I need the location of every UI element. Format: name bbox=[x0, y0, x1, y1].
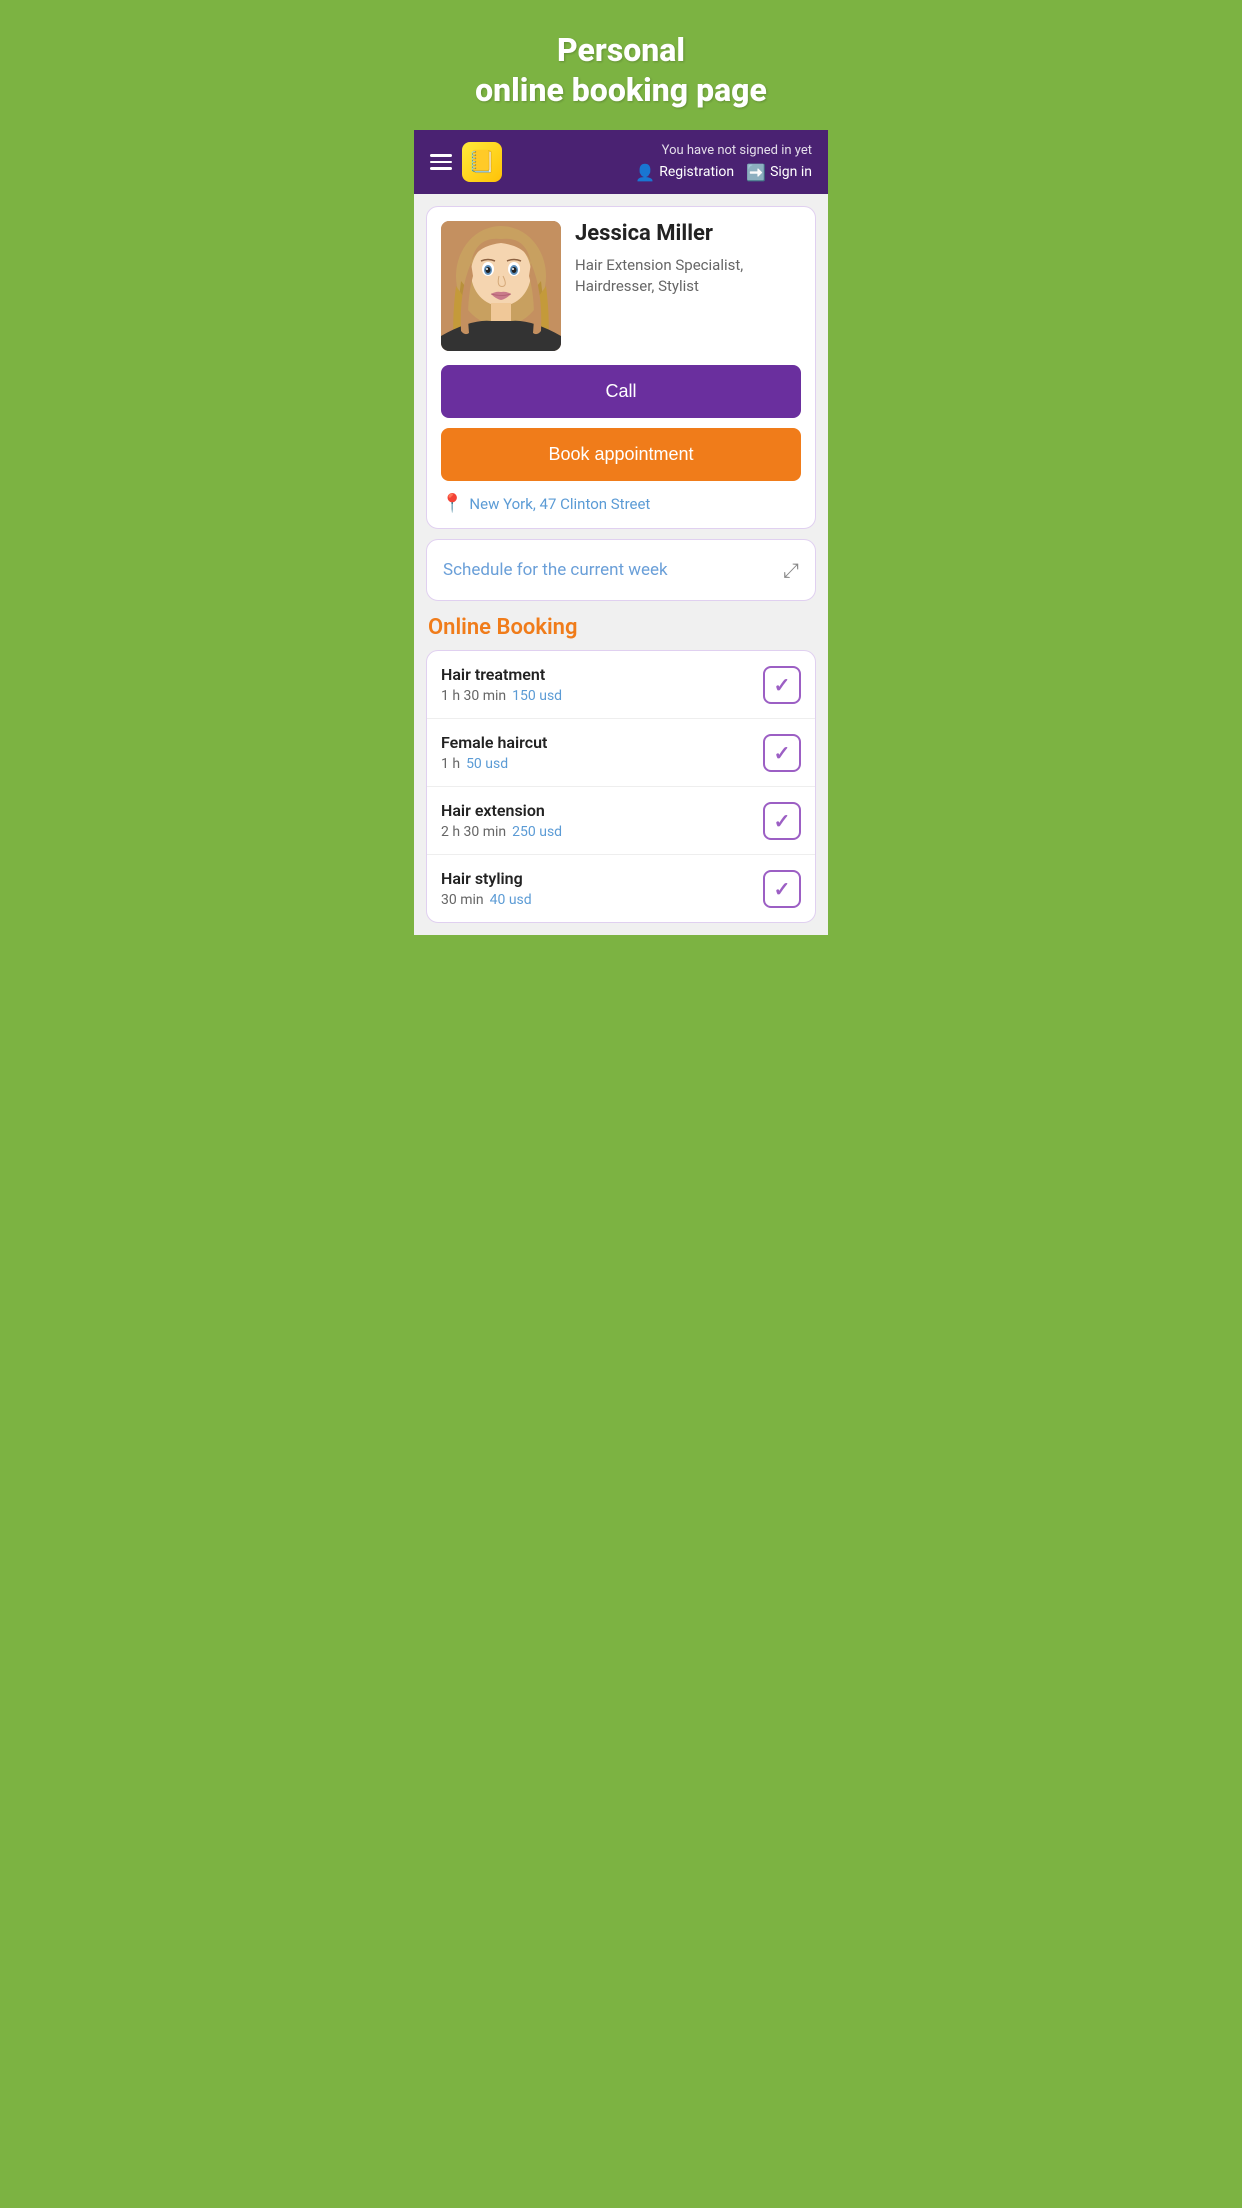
schedule-label: Schedule for the current week bbox=[443, 560, 668, 580]
service-duration: 30 min bbox=[441, 892, 484, 908]
profile-photo bbox=[441, 221, 561, 351]
page-title: Personal online booking page bbox=[414, 0, 828, 130]
service-price: 250 usd bbox=[512, 824, 562, 840]
person-icon: 👤 bbox=[635, 163, 655, 182]
service-item-female-haircut: Female haircut 1 h 50 usd ✓ bbox=[427, 719, 815, 787]
service-checkbox[interactable]: ✓ bbox=[763, 734, 801, 772]
checkmark-icon: ✓ bbox=[774, 809, 791, 833]
service-info: Female haircut 1 h 50 usd bbox=[441, 733, 763, 772]
service-info: Hair extension 2 h 30 min 250 usd bbox=[441, 801, 763, 840]
schedule-card[interactable]: Schedule for the current week ⤢ bbox=[426, 539, 816, 601]
navbar: 📒 You have not signed in yet 👤 Registrat… bbox=[414, 130, 828, 194]
location-text[interactable]: New York, 47 Clinton Street bbox=[469, 495, 650, 513]
service-checkbox[interactable]: ✓ bbox=[763, 666, 801, 704]
app-icon: 📒 bbox=[462, 142, 502, 182]
service-name: Hair treatment bbox=[441, 665, 763, 684]
service-name: Hair extension bbox=[441, 801, 763, 820]
service-meta: 1 h 50 usd bbox=[441, 756, 763, 772]
checkmark-icon: ✓ bbox=[774, 877, 791, 901]
content-area: Jessica Miller Hair Extension Specialist… bbox=[414, 194, 828, 935]
profile-name: Jessica Miller bbox=[575, 221, 801, 247]
expand-icon[interactable]: ⤢ bbox=[783, 558, 799, 582]
service-meta: 30 min 40 usd bbox=[441, 892, 763, 908]
location-row: 📍 New York, 47 Clinton Street bbox=[441, 493, 801, 514]
service-duration: 1 h bbox=[441, 756, 460, 772]
sign-in-icon: ➡️ bbox=[746, 163, 766, 182]
profile-title: Hair Extension Specialist, Hairdresser, … bbox=[575, 255, 801, 297]
online-booking-title: Online Booking bbox=[426, 615, 816, 640]
service-checkbox[interactable]: ✓ bbox=[763, 870, 801, 908]
registration-link[interactable]: 👤 Registration bbox=[635, 163, 734, 182]
services-list: Hair treatment 1 h 30 min 150 usd ✓ Fema… bbox=[426, 650, 816, 923]
service-price: 150 usd bbox=[512, 688, 562, 704]
book-appointment-button[interactable]: Book appointment bbox=[441, 428, 801, 481]
profile-info: Jessica Miller Hair Extension Specialist… bbox=[575, 221, 801, 351]
service-price: 40 usd bbox=[490, 892, 532, 908]
service-duration: 1 h 30 min bbox=[441, 688, 506, 704]
service-duration: 2 h 30 min bbox=[441, 824, 506, 840]
checkmark-icon: ✓ bbox=[774, 673, 791, 697]
call-button[interactable]: Call bbox=[441, 365, 801, 418]
menu-button[interactable] bbox=[430, 154, 452, 170]
service-item-hair-extension: Hair extension 2 h 30 min 250 usd ✓ bbox=[427, 787, 815, 855]
location-icon: 📍 bbox=[441, 493, 463, 514]
service-item-hair-styling: Hair styling 30 min 40 usd ✓ bbox=[427, 855, 815, 922]
not-signed-in-text: You have not signed in yet bbox=[635, 143, 812, 158]
service-info: Hair styling 30 min 40 usd bbox=[441, 869, 763, 908]
service-info: Hair treatment 1 h 30 min 150 usd bbox=[441, 665, 763, 704]
service-checkbox[interactable]: ✓ bbox=[763, 802, 801, 840]
service-name: Female haircut bbox=[441, 733, 763, 752]
checkmark-icon: ✓ bbox=[774, 741, 791, 765]
sign-in-link[interactable]: ➡️ Sign in bbox=[746, 163, 812, 182]
service-meta: 2 h 30 min 250 usd bbox=[441, 824, 763, 840]
service-price: 50 usd bbox=[466, 756, 508, 772]
service-name: Hair styling bbox=[441, 869, 763, 888]
service-item-hair-treatment: Hair treatment 1 h 30 min 150 usd ✓ bbox=[427, 651, 815, 719]
service-meta: 1 h 30 min 150 usd bbox=[441, 688, 763, 704]
profile-card: Jessica Miller Hair Extension Specialist… bbox=[426, 206, 816, 529]
